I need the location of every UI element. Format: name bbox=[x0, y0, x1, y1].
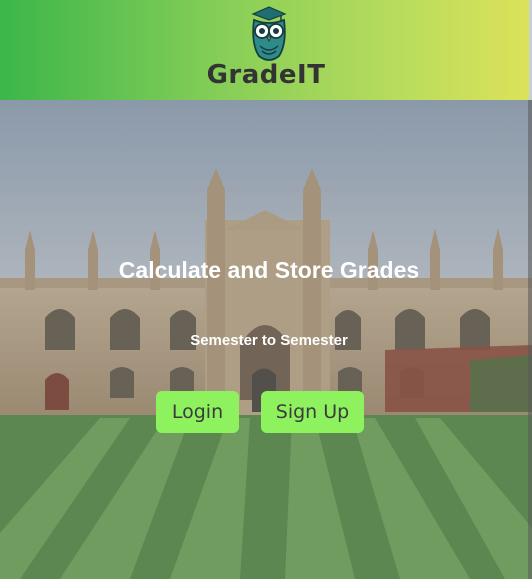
login-button[interactable]: Login bbox=[156, 391, 239, 433]
brand-name[interactable]: GradeIT bbox=[0, 60, 532, 90]
app-header: GradeIT bbox=[0, 0, 532, 100]
hero-headline: Calculate and Store Grades bbox=[118, 257, 420, 283]
hero-section: Calculate and Store Grades Semester to S… bbox=[0, 100, 532, 579]
owl-logo-icon[interactable] bbox=[245, 4, 293, 64]
hero-subheadline: Semester to Semester bbox=[190, 332, 348, 349]
signup-button[interactable]: Sign Up bbox=[261, 391, 364, 433]
scrollbar[interactable] bbox=[528, 100, 532, 579]
